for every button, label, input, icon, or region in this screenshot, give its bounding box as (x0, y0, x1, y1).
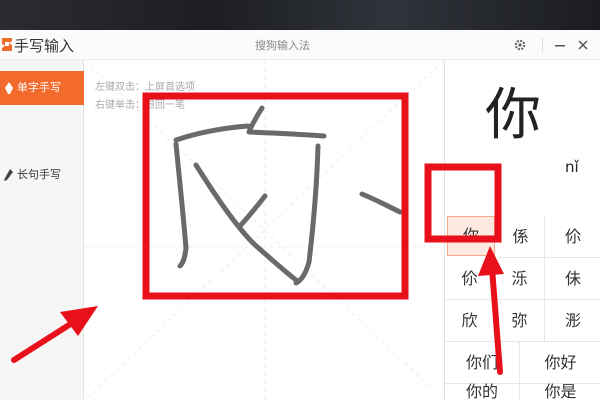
gear-icon[interactable] (511, 36, 529, 54)
mode-sidebar: 单字手写 长句手写 (0, 60, 84, 400)
candidate-cell[interactable]: 欣 (445, 300, 495, 342)
window-title: 搜狗输入法 (255, 39, 310, 52)
candidate-cell[interactable]: 弥 (495, 300, 545, 342)
minimize-icon[interactable] (551, 36, 569, 54)
candidate-cell[interactable]: 係 (497, 216, 545, 258)
candidate-phrase-cell[interactable]: 你是 (520, 384, 600, 400)
close-icon[interactable] (574, 36, 592, 54)
pen-icon (5, 82, 13, 94)
handwriting-canvas[interactable]: 左键双击：上屏首选项 右键单击：退回一笔 (85, 60, 444, 400)
candidate-cell[interactable]: 伱 (445, 258, 495, 300)
candidate-phrase-cell[interactable]: 你们 (445, 342, 520, 384)
titlebar-divider (542, 38, 543, 52)
canvas-hint-right-click: 右键单击：退回一笔 (95, 100, 185, 111)
sidebar-item-single-char[interactable]: 单字手写 (0, 71, 84, 105)
pen-icon (4, 169, 13, 181)
sidebar-item-label: 长句手写 (17, 168, 61, 181)
candidate-cell[interactable]: 泺 (495, 258, 545, 300)
preview-pinyin: nǐ (565, 158, 579, 176)
sidebar-item-label: 单字手写 (17, 81, 61, 94)
preview-character: 你 (485, 83, 541, 148)
candidate-cell[interactable]: 浵 (545, 300, 600, 342)
canvas-guides (85, 60, 444, 400)
candidate-phrase-cell[interactable]: 你的 (445, 384, 520, 400)
handwriting-window: 手写输入 搜狗输入法 单字手写 长句手写 左键双击：上屏首选项 右键单击：退回一… (0, 30, 600, 400)
canvas-hint-double-click: 左键双击：上屏首选项 (95, 82, 195, 93)
app-title: 手写输入 (14, 37, 75, 55)
app-logo-icon (2, 38, 12, 51)
candidate-cell[interactable]: 佅 (545, 258, 600, 300)
candidate-cell[interactable]: 你 (447, 216, 495, 256)
candidate-cell[interactable]: 伱 (545, 216, 600, 258)
candidate-panel: 你 nǐ 你 係 伱 伱 泺 佅 欣 弥 浵 你们 你好 你的 你是 (444, 60, 600, 400)
candidate-phrase-cell[interactable]: 你好 (520, 342, 600, 384)
sidebar-item-long-sentence[interactable]: 长句手写 (0, 158, 84, 192)
title-bar: 手写输入 搜狗输入法 (0, 30, 600, 60)
desktop-background (0, 0, 600, 30)
